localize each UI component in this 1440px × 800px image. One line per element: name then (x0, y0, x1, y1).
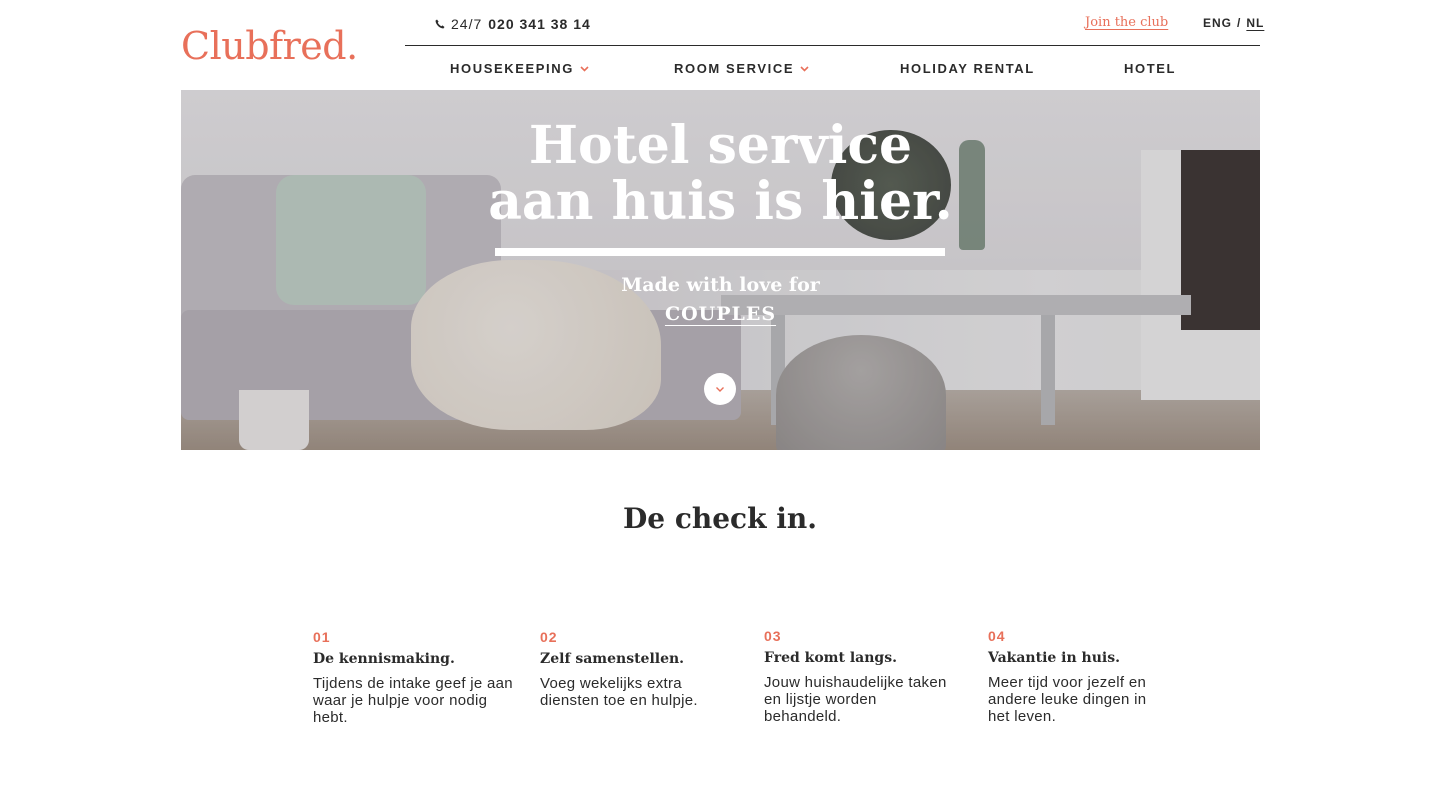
hero-title: Hotel service aan huis is hier. (181, 118, 1260, 230)
nav-holiday-rental[interactable]: HOLIDAY RENTAL (900, 61, 1035, 76)
checkin-step: 02 Zelf samenstellen. Voeg wekelijks ext… (540, 629, 700, 709)
checkin-step: 03 Fred komt langs. Jouw huishaudelijke … (764, 628, 954, 725)
nav-housekeeping[interactable]: HOUSEKEEPING (450, 61, 589, 76)
join-the-club-link[interactable]: Join the club (1085, 15, 1168, 30)
step-number: 02 (540, 629, 558, 645)
step-description: Voeg wekelijks extra diensten toe en hul… (540, 675, 698, 709)
step-title: Zelf samenstellen. (540, 651, 685, 667)
step-title: De kennismaking. (313, 651, 455, 667)
nav-housekeeping-label: HOUSEKEEPING (450, 61, 574, 76)
nav-room-service-label: ROOM SERVICE (674, 61, 795, 76)
step-number: 01 (313, 629, 331, 645)
step-number: 03 (764, 628, 782, 644)
step-description: Jouw huishaudelijke taken en lijstje wor… (764, 674, 947, 725)
nav-hotel[interactable]: HOTEL (1124, 61, 1176, 76)
nav-room-service[interactable]: ROOM SERVICE (674, 61, 809, 76)
phone-contact[interactable]: 24/7 020 341 38 14 (435, 16, 591, 32)
lang-separator: / (1237, 16, 1242, 30)
chevron-down-icon (716, 386, 724, 392)
hero-banner: Hotel service aan huis is hier. Made wit… (181, 90, 1260, 450)
hero-title-line1: Hotel service (528, 115, 913, 176)
main-nav: HOUSEKEEPING ROOM SERVICE HOLIDAY RENTAL… (405, 46, 1260, 90)
phone-icon (435, 19, 445, 29)
nav-holiday-rental-label: HOLIDAY RENTAL (900, 61, 1035, 76)
logo[interactable]: Clubfred. (181, 24, 358, 68)
hero-divider (495, 248, 945, 256)
step-title: Vakantie in huis. (988, 650, 1120, 666)
phone-prefix: 24/7 (451, 16, 483, 32)
step-title: Fred komt langs. (764, 650, 897, 666)
phone-number[interactable]: 020 341 38 14 (488, 16, 591, 32)
hero-title-line2: aan huis is hier. (488, 171, 953, 232)
hero-subtitle: Made with love for (621, 274, 820, 296)
nav-hotel-label: HOTEL (1124, 61, 1177, 76)
checkin-step: 04 Vakantie in huis. Meer tijd voor jeze… (988, 628, 1158, 725)
top-bar: 24/7 020 341 38 14 Join the club ENG / N… (405, 0, 1263, 46)
checkin-title: De check in. (622, 502, 817, 535)
step-description: Tijdens de intake geef je aan waar je hu… (313, 675, 513, 726)
checkin-step: 01 De kennismaking. Tijdens de intake ge… (313, 629, 513, 726)
hero-audience: COUPLES (181, 303, 1260, 325)
language-switch: ENG / NL (1203, 16, 1264, 30)
chevron-down-icon (580, 65, 589, 72)
lang-eng[interactable]: ENG (1203, 16, 1232, 30)
lang-nl[interactable]: NL (1246, 16, 1264, 30)
hero-audience-link[interactable]: COUPLES (665, 303, 776, 325)
chevron-down-icon (800, 65, 809, 72)
step-number: 04 (988, 628, 1006, 644)
scroll-down-button[interactable] (704, 373, 736, 405)
step-description: Meer tijd voor jezelf en andere leuke di… (988, 674, 1147, 725)
